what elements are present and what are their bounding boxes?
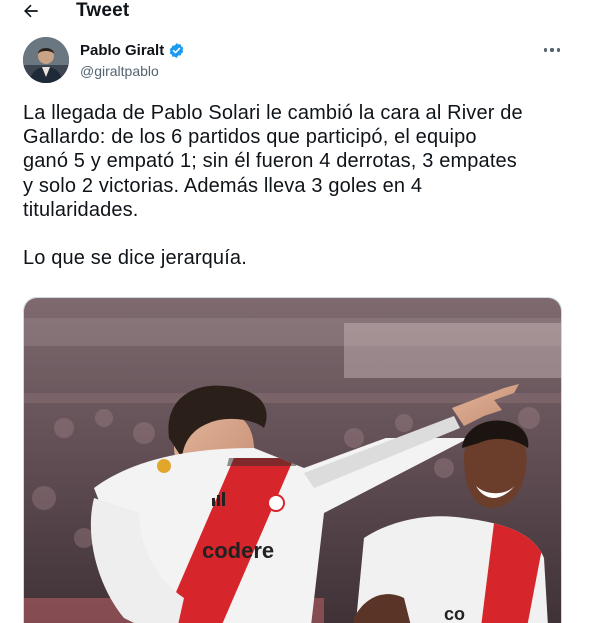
jersey-sponsor: codere [202,538,274,563]
author-handle[interactable]: @giraltpablo [80,63,159,79]
back-button[interactable] [14,0,48,28]
author-name-row[interactable]: Pablo Giralt [80,42,185,59]
verified-badge-icon [169,43,184,58]
jersey-sponsor-2: co [444,604,465,623]
photo-illustration: codere co [24,298,561,623]
author-name[interactable]: Pablo Giralt [80,42,164,59]
page-title: Tweet [76,0,130,21]
avatar[interactable] [23,37,69,83]
tweet-text: La llegada de Pablo Solari le cambió la … [23,102,523,270]
tweet-photo[interactable]: codere co [23,297,562,623]
arrow-left-icon [24,4,38,18]
tweet-page: Tweet Pablo Giralt @giraltpablo La llega… [0,0,600,623]
more-dots-icon [544,48,548,52]
top-bar: Tweet [0,0,580,26]
more-options-button[interactable] [540,40,564,60]
